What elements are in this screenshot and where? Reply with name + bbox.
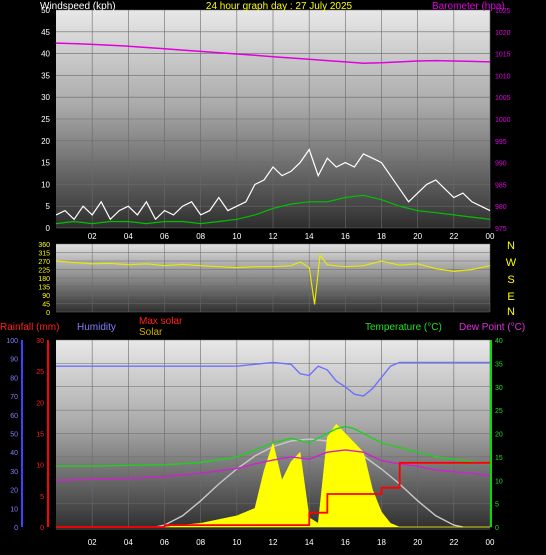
humidity-y-tick-label: 20 <box>10 488 18 495</box>
chart-title: 24 hour graph day : 27 July 2025 <box>206 1 353 12</box>
temp-y-tick-label: 40 <box>495 338 503 345</box>
legend-max-solar: Max solar <box>139 316 183 327</box>
wind-y-tick-label: 35 <box>41 71 50 80</box>
compass-label-n-top: N <box>507 240 515 252</box>
wind-x-tick-label: 04 <box>124 232 133 241</box>
humidity-y-tick-label: 90 <box>10 357 18 364</box>
direction-y-tick-label: 360 <box>38 242 50 249</box>
direction-y-tick-label: 0 <box>46 310 50 317</box>
legend-temperature: Temperature (°C) <box>365 322 442 333</box>
legend-rainfall: Rainfall (mm) <box>0 322 59 333</box>
barometer-y-tick-label: 975 <box>495 226 507 233</box>
direction-y-tick-label: 45 <box>42 302 50 309</box>
wind-y-tick-label: 5 <box>46 202 51 211</box>
rain-y-tick-label: 20 <box>36 400 44 407</box>
humidity-y-tick-label: 10 <box>10 506 18 513</box>
wind-y-tick-label: 30 <box>41 93 50 102</box>
rain-y-tick-label: 0 <box>40 525 44 532</box>
weather-graph-canvas: 0510152025303540455097598098599099510001… <box>0 1 525 547</box>
temp-x-tick-label: 18 <box>377 538 386 547</box>
wind-y-tick-label: 20 <box>41 137 50 146</box>
barometer-y-tick-label: 985 <box>495 182 507 189</box>
temp-y-tick-label: 30 <box>495 385 503 392</box>
wind-x-tick-label: 12 <box>269 232 278 241</box>
wind-x-tick-label: 14 <box>305 232 314 241</box>
wind-x-tick-label: 06 <box>160 232 169 241</box>
compass-label-w: W <box>506 257 517 269</box>
rain-y-tick-label: 30 <box>36 338 44 345</box>
humidity-y-tick-label: 40 <box>10 450 18 457</box>
wind-x-tick-label: 02 <box>88 232 97 241</box>
temp-x-tick-label: 20 <box>413 538 422 547</box>
temp-x-tick-label: 00 <box>486 538 495 547</box>
wind-y-tick-label: 0 <box>46 224 51 233</box>
wind-y-tick-label: 15 <box>41 159 50 168</box>
temp-y-tick-label: 20 <box>495 432 503 439</box>
temp-y-tick-label: 0 <box>495 525 499 532</box>
compass-label-s: S <box>507 274 514 286</box>
rain-y-tick-label: 5 <box>40 494 44 501</box>
wind-y-tick-label: 25 <box>41 115 50 124</box>
temp-x-tick-label: 22 <box>449 538 458 547</box>
direction-y-tick-label: 315 <box>38 251 50 258</box>
wind-x-tick-label: 20 <box>413 232 422 241</box>
compass-label-e: E <box>507 291 514 303</box>
direction-y-tick-label: 90 <box>42 293 50 300</box>
legend-humidity: Humidity <box>77 322 116 333</box>
wind-y-tick-label: 40 <box>41 50 50 59</box>
temp-y-tick-label: 35 <box>495 361 503 368</box>
rain-y-tick-label: 15 <box>36 432 44 439</box>
temp-x-tick-label: 06 <box>160 538 169 547</box>
wind-y-tick-label: 45 <box>41 28 50 37</box>
rain-y-tick-label: 25 <box>36 369 44 376</box>
wind-x-tick-label: 22 <box>449 232 458 241</box>
wind-x-tick-label: 18 <box>377 232 386 241</box>
wind-y-tick-label: 10 <box>41 180 50 189</box>
direction-y-tick-label: 270 <box>38 259 50 266</box>
temp-y-tick-label: 5 <box>495 502 499 509</box>
temp-x-tick-label: 14 <box>305 538 314 547</box>
barometer-y-tick-label: 1005 <box>495 95 511 102</box>
humidity-y-tick-label: 80 <box>10 375 18 382</box>
temp-x-tick-label: 10 <box>232 538 241 547</box>
legend-dew-point: Dew Point (°C) <box>459 322 525 333</box>
legend-solar: Solar <box>139 327 163 338</box>
temp-x-tick-label: 12 <box>269 538 278 547</box>
wind-x-tick-label: 10 <box>232 232 241 241</box>
barometer-y-tick-label: 995 <box>495 139 507 146</box>
direction-y-tick-label: 180 <box>38 276 50 283</box>
wind-x-tick-label: 08 <box>196 232 205 241</box>
barometer-y-tick-label: 1010 <box>495 73 511 80</box>
temp-y-tick-label: 15 <box>495 455 503 462</box>
humidity-y-tick-label: 0 <box>14 525 18 532</box>
wind-x-tick-label: 16 <box>341 232 350 241</box>
humidity-y-tick-label: 30 <box>10 469 18 476</box>
compass-label-n-bottom: N <box>507 306 515 318</box>
direction-y-tick-label: 135 <box>38 285 50 292</box>
rain-y-tick-label: 10 <box>36 463 44 470</box>
humidity-y-tick-label: 100 <box>6 338 18 345</box>
wind-x-tick-label: 00 <box>486 232 495 241</box>
temp-x-tick-label: 16 <box>341 538 350 547</box>
temp-y-tick-label: 25 <box>495 408 503 415</box>
temp-x-tick-label: 04 <box>124 538 133 547</box>
barometer-y-tick-label: 990 <box>495 161 507 168</box>
barometer-y-tick-label: 980 <box>495 204 507 211</box>
humidity-y-tick-label: 70 <box>10 394 18 401</box>
direction-y-tick-label: 225 <box>38 268 50 275</box>
humidity-y-tick-label: 50 <box>10 432 18 439</box>
barometer-y-tick-label: 1015 <box>495 52 511 59</box>
barometer-axis-label: Barometer (hpa) <box>432 1 505 12</box>
humidity-y-tick-label: 60 <box>10 413 18 420</box>
barometer-y-tick-label: 1000 <box>495 117 511 124</box>
temp-x-tick-label: 08 <box>196 538 205 547</box>
barometer-y-tick-label: 1020 <box>495 30 511 37</box>
windspeed-axis-label: Windspeed (kph) <box>40 1 116 12</box>
temp-x-tick-label: 02 <box>88 538 97 547</box>
temp-y-tick-label: 10 <box>495 478 503 485</box>
